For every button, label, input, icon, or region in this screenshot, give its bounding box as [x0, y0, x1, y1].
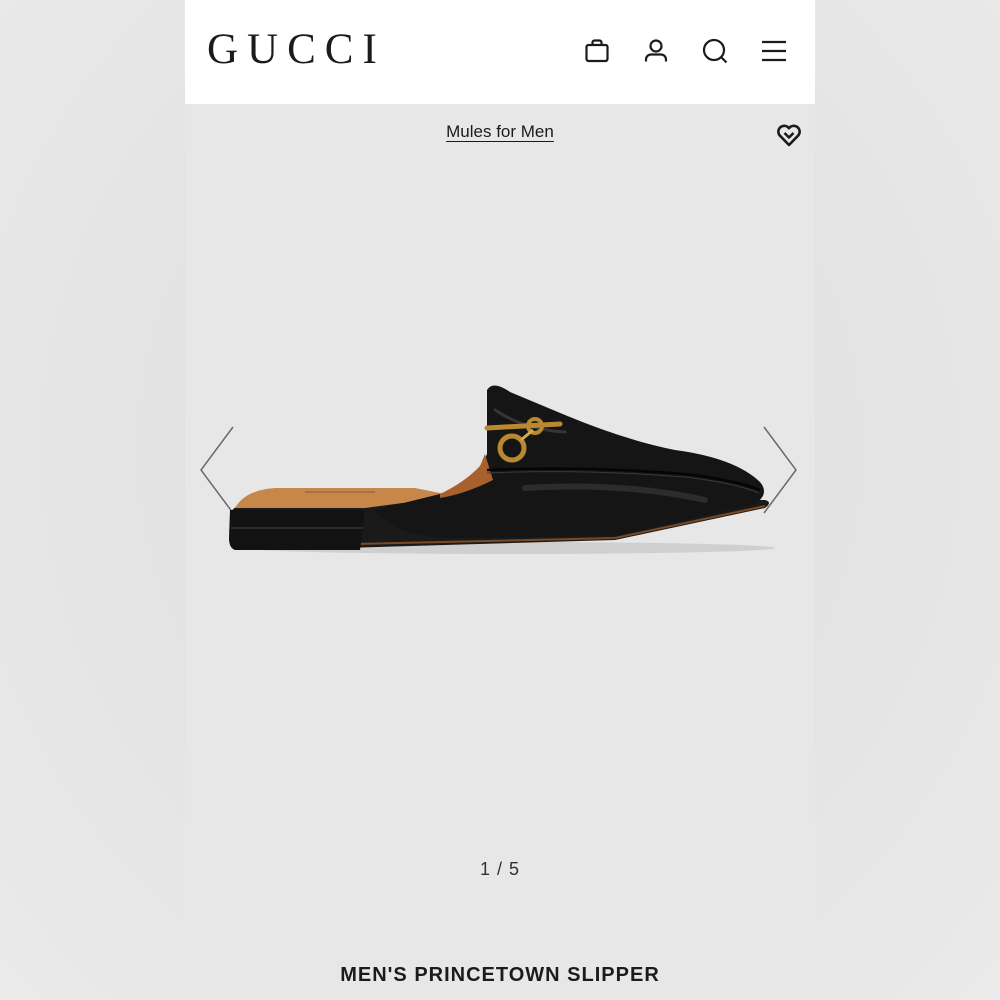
image-pager-indicator: 1 / 5: [479, 859, 521, 879]
product-image-gallery[interactable]: [185, 150, 815, 850]
heart-icon[interactable]: [775, 121, 803, 149]
search-icon[interactable]: [700, 36, 730, 66]
breadcrumb: Mules for Men: [185, 121, 815, 143]
phone-screen: GUCCI Mules for Men 1 / 5 MEN'S PRINCETO…: [185, 0, 815, 1000]
shopping-bag-icon[interactable]: [582, 36, 612, 66]
gucci-logo[interactable]: GUCCI: [207, 26, 386, 74]
next-image-arrow[interactable]: [760, 425, 800, 515]
breadcrumb-link-mules-for-men[interactable]: Mules for Men: [446, 122, 554, 141]
product-title: MEN'S PRINCETOWN SLIPPER: [340, 964, 660, 986]
loafer-mule-image: [225, 370, 775, 570]
account-icon[interactable]: [641, 36, 671, 66]
menu-icon[interactable]: [759, 36, 789, 66]
top-navigation-bar: GUCCI: [185, 0, 815, 104]
